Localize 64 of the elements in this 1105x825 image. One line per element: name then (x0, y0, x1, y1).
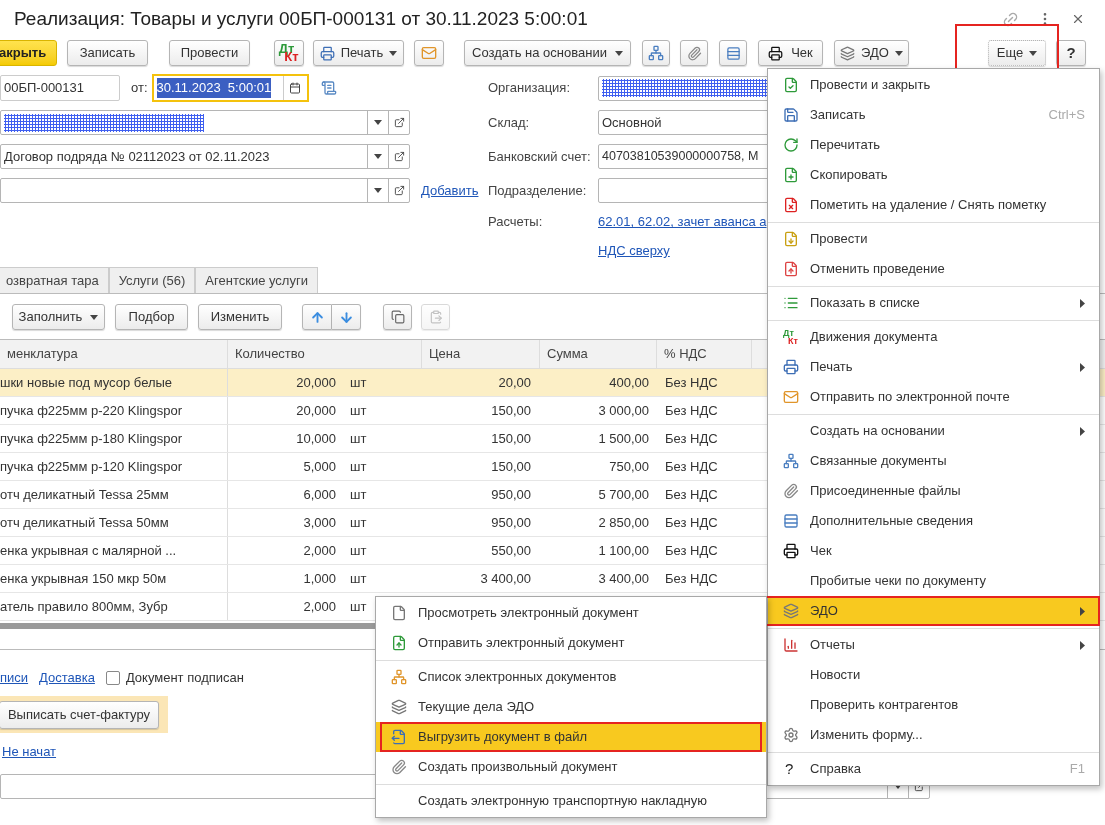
table-cell-text: 2 850,00 (597, 513, 650, 532)
table-cell-text: Без НДС (664, 429, 719, 448)
table-cell-text: 950,00 (490, 485, 532, 504)
table-cell-text: 150,00 (490, 401, 532, 420)
table-cell-text: шт (349, 373, 368, 392)
table-cell-text: шт (349, 513, 368, 532)
table-cell-text: 400,00 (608, 373, 650, 392)
table-cell-text: Без НДС (664, 569, 719, 588)
table-cell: енка укрывная 150 мкр 50м (0, 565, 228, 592)
table-cell-text: 3 400,00 (479, 569, 532, 588)
table-cell-text: шт (349, 569, 368, 588)
table-cell-text: 2,000 (302, 541, 337, 560)
window-title: Реализация: Товары и услуги 00БП-000131 от 30.11.2023 5:00:01 (14, 6, 589, 31)
table-cell-text: Без НДС (664, 541, 719, 560)
table-cell-text: 20,00 (497, 373, 532, 392)
table-cell-text: 750,00 (608, 457, 650, 476)
table-cell: енка укрывная с малярной ... (0, 537, 228, 564)
table-cell-text: шт (349, 541, 368, 560)
table-cell-text: 6,000 (302, 485, 337, 504)
field-label: Организация: (488, 79, 572, 98)
table-cell-text: 550,00 (490, 541, 532, 560)
table-cell-text: 950,00 (490, 513, 532, 532)
table-cell: пучка ф225мм р-180 Klingspor (0, 425, 228, 452)
table-cell-text: 3 000,00 (597, 401, 650, 420)
table-cell-text: шт (349, 401, 368, 420)
field-label: Банковский счет: (488, 147, 592, 166)
checkbox-label: Документ подписан (125, 669, 244, 688)
table-cell-text: шт (349, 457, 368, 476)
table-cell-text: 1 500,00 (597, 429, 650, 448)
table-cell-text: 5,000 (302, 457, 337, 476)
table-cell-text: 10,000 (295, 429, 337, 448)
table-cell: пучка ф225мм р-120 Klingspor (0, 453, 228, 480)
table-cell: шки новые под мусор белые (0, 369, 228, 396)
table-cell-text: 1 100,00 (597, 541, 650, 560)
field-label: Подразделение: (488, 181, 588, 200)
table-cell-text: 3 400,00 (597, 569, 650, 588)
table-cell-text: шт (349, 485, 368, 504)
table-cell-text: 20,000 (295, 401, 337, 420)
table-cell: атель правило 800мм, Зубр (0, 593, 228, 620)
table-cell-text: Без НДС (664, 401, 719, 420)
table-cell-text: 150,00 (490, 429, 532, 448)
field-label: Склад: (488, 113, 531, 132)
field-label: Расчеты: (488, 213, 544, 232)
date-label: от: (131, 79, 148, 98)
shortcut-label: F1 (1069, 760, 1085, 779)
table-cell-text: Без НДС (664, 513, 719, 532)
table-cell-text: шт (349, 429, 368, 448)
debit-credit-label: Дт Кт (783, 329, 798, 345)
table-cell-text: 3,000 (302, 513, 337, 532)
table-cell-text: 20,000 (295, 373, 337, 392)
table-cell: отч деликатный Tessa 50мм (0, 509, 228, 536)
contract-value: Договор подряда № 02112023 от 02.11.2023 (4, 147, 270, 166)
table-cell-text: Без НДС (664, 373, 719, 392)
table-cell-text: 150,00 (490, 457, 532, 476)
table-cell-text: Без НДС (664, 457, 719, 476)
shortcut-label: Ctrl+S (1048, 106, 1085, 125)
table-cell-text: Без НДС (664, 485, 719, 504)
table-cell-text: 1,000 (302, 569, 337, 588)
table-cell-text: 5 700,00 (597, 485, 650, 504)
table-cell: пучка ф225мм р-220 Klingspor (0, 397, 228, 424)
help-glyph: ? (784, 758, 794, 779)
table-cell-text: 2,000 (302, 597, 337, 616)
table-cell-text: шт (349, 597, 368, 616)
table-cell: отч деликатный Tessa 25мм (0, 481, 228, 508)
